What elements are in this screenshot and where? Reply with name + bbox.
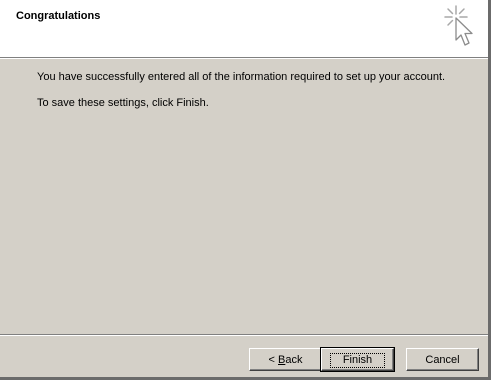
header-divider	[0, 57, 488, 59]
back-button-label: ack	[285, 353, 303, 366]
back-button[interactable]: < Back	[249, 348, 322, 371]
wizard-content: You have successfully entered all of the…	[37, 70, 477, 122]
finish-instruction: To save these settings, click Finish.	[37, 97, 209, 109]
cancel-button-label: Cancel	[425, 353, 460, 366]
footer-divider	[0, 334, 488, 336]
wizard-header: Congratulations	[0, 0, 488, 57]
back-button-prefix: <	[268, 353, 278, 366]
success-message: You have successfully entered all of the…	[37, 71, 446, 83]
cancel-button[interactable]: Cancel	[406, 348, 479, 371]
wizard-dialog: Congratulations You have successfully en…	[0, 0, 491, 380]
finish-button[interactable]: Finish	[320, 347, 395, 372]
wizard-cursor-icon	[444, 5, 473, 46]
finish-button-label: Finish	[329, 352, 386, 368]
page-title: Congratulations	[16, 10, 101, 22]
